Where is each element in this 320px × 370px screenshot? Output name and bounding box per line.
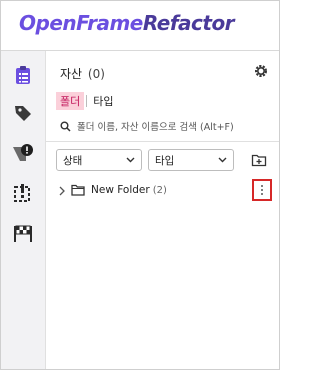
sidebar-item-validation[interactable]	[1, 175, 45, 211]
logo-refactor: Refactor	[142, 11, 235, 35]
folder-icon	[71, 184, 85, 196]
tab-type[interactable]: 타입	[89, 92, 117, 110]
sidebar-item-assets[interactable]	[1, 57, 45, 93]
folder-name: New Folder (2)	[91, 184, 167, 196]
chevron-down-icon	[218, 157, 227, 163]
dashed-alert-icon	[14, 184, 30, 202]
app-logo: OpenFrameRefactor	[19, 11, 235, 35]
chevron-down-icon	[126, 157, 135, 163]
logo-openframe: OpenFrame	[19, 11, 143, 35]
search-icon	[60, 121, 71, 132]
view-tabs: 폴더 타입	[56, 92, 118, 110]
status-filter-label: 상태	[63, 154, 83, 167]
sidebar-item-tags[interactable]	[1, 95, 45, 131]
alert-shape-icon	[13, 144, 33, 161]
asset-count: (0)	[87, 67, 105, 81]
assets-panel: 자산 (0) 폴더 타입 폴더 이름, 자산 이름으로 검색 (Alt+F) 상…	[46, 51, 279, 369]
tree-row-folder[interactable]: New Folder (2)	[46, 179, 279, 201]
clipboard-list-icon	[16, 66, 30, 84]
search-input[interactable]: 폴더 이름, 자산 이름으로 검색 (Alt+F)	[60, 117, 270, 135]
checkered-flag-icon	[14, 225, 32, 242]
type-filter-select[interactable]: 타입	[148, 149, 234, 171]
sidebar-item-finish[interactable]	[1, 215, 45, 251]
app-header: OpenFrameRefactor	[1, 1, 279, 51]
gear-icon[interactable]	[253, 63, 269, 79]
sidebar-rail	[1, 51, 46, 369]
tab-folder[interactable]: 폴더	[56, 92, 85, 110]
folder-name-text: New Folder	[91, 184, 150, 196]
more-dot	[261, 185, 263, 187]
tab-divider	[86, 95, 88, 107]
folder-item-count: (2)	[152, 185, 167, 196]
more-dot	[261, 193, 263, 195]
status-filter-select[interactable]: 상태	[56, 149, 142, 171]
panel-title: 자산 (0)	[60, 65, 105, 82]
type-filter-label: 타입	[155, 154, 175, 167]
more-dot	[261, 189, 263, 191]
sidebar-item-issues[interactable]	[1, 135, 45, 171]
app-frame: OpenFrameRefactor 자산 (0) 폴더 타입 폴더 이름, 자산…	[0, 0, 280, 370]
search-placeholder: 폴더 이름, 자산 이름으로 검색 (Alt+F)	[77, 122, 234, 133]
tag-icon	[15, 106, 31, 121]
panel-title-text: 자산	[60, 67, 83, 81]
chevron-right-icon[interactable]	[59, 186, 65, 196]
add-folder-icon[interactable]	[251, 152, 267, 168]
more-options-button[interactable]	[252, 179, 272, 201]
divider	[46, 141, 279, 142]
